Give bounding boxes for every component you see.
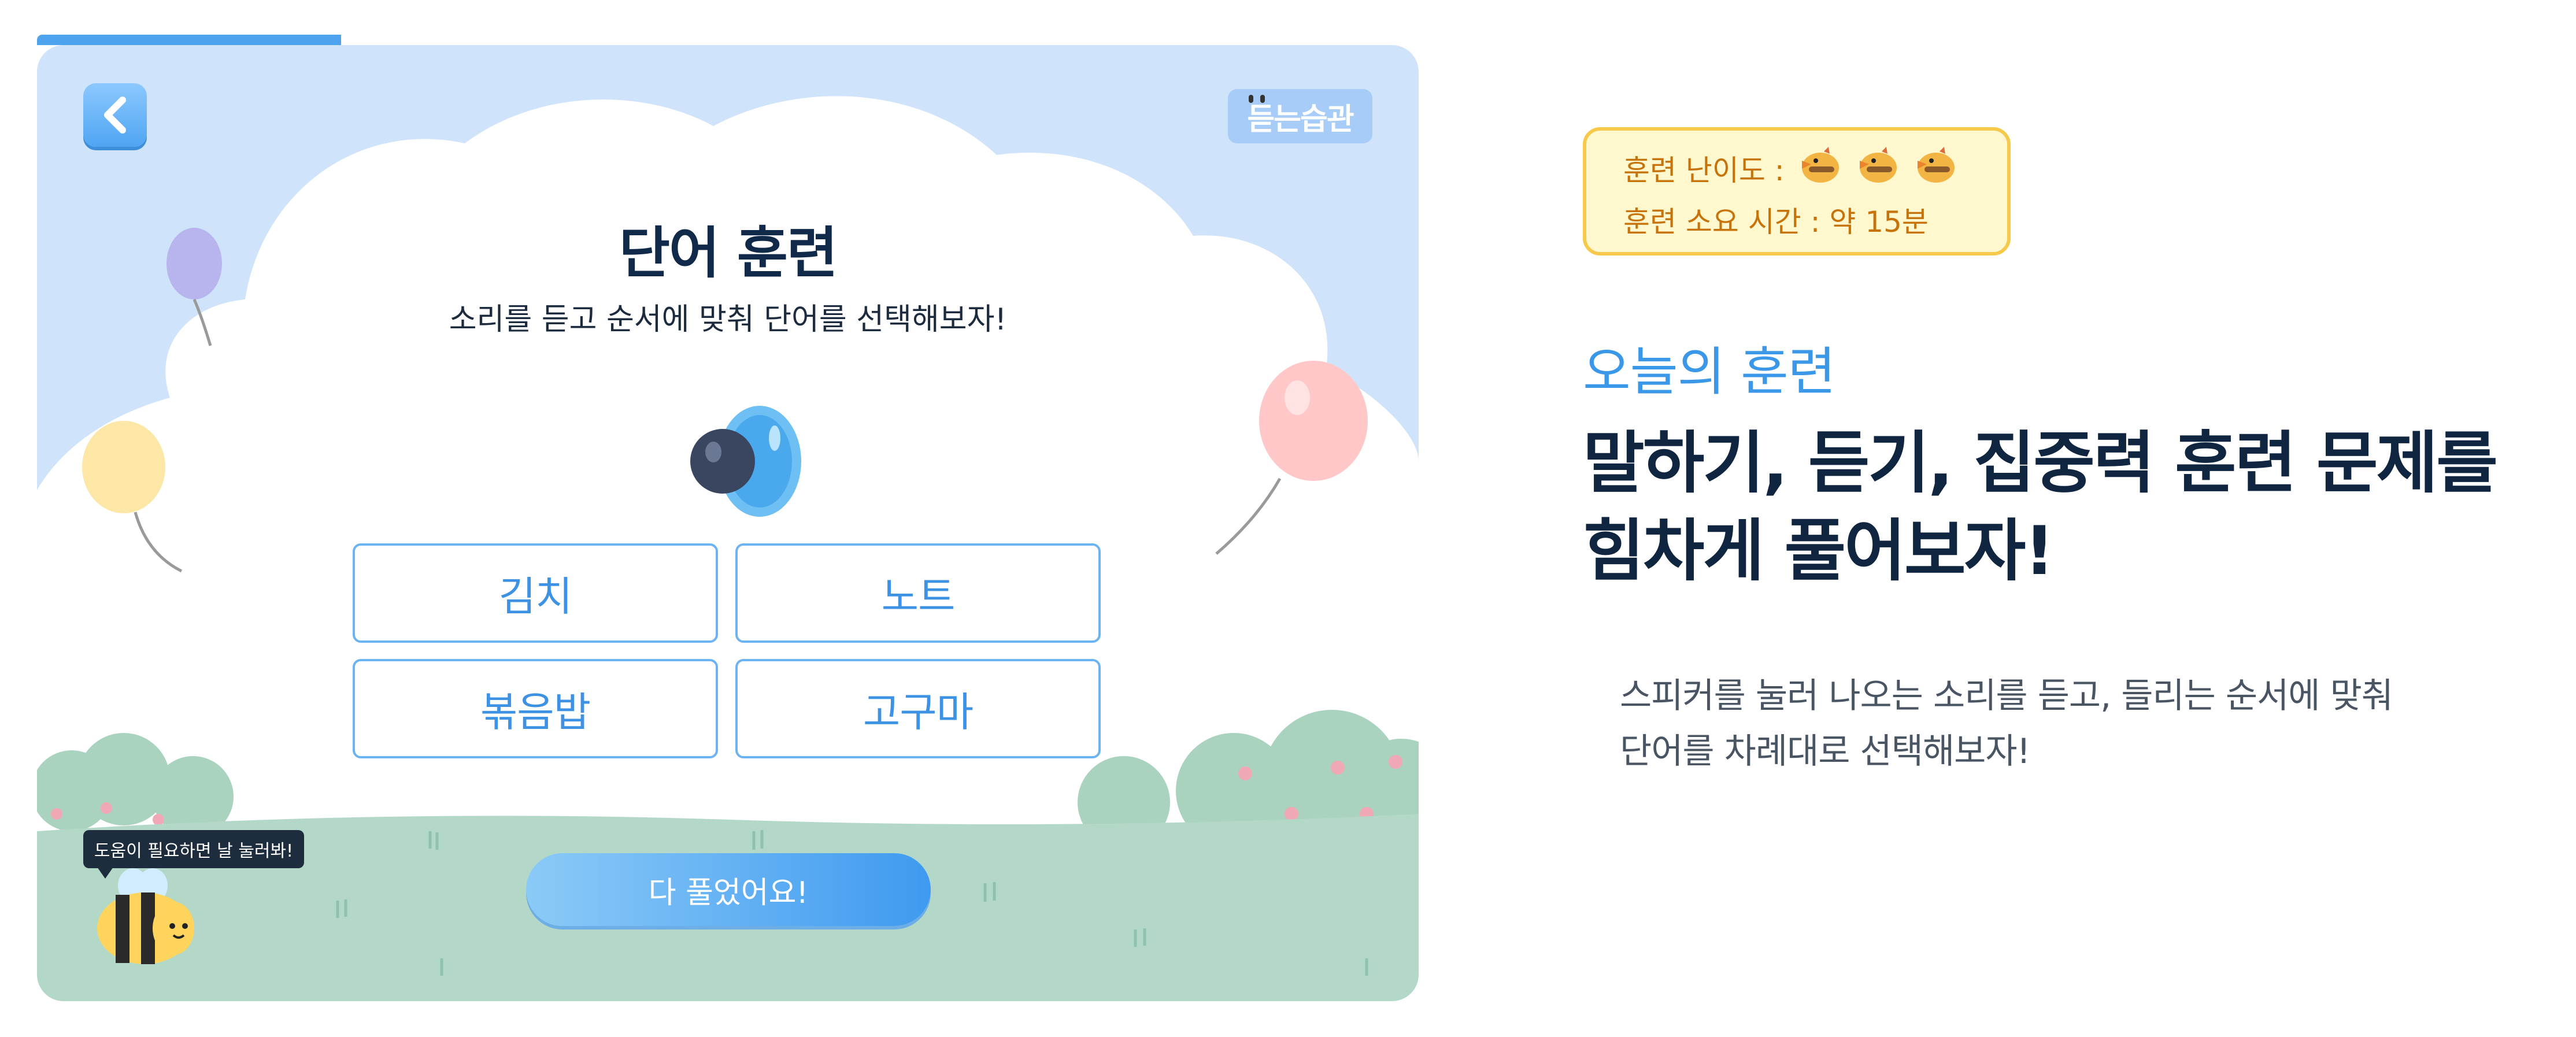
chevron-left-icon (104, 97, 126, 134)
choice-button-4[interactable]: 고구마 (735, 659, 1101, 758)
description-line-2: 단어를 차례대로 선택해보자! (1620, 731, 2031, 772)
description-line-1: 스피커를 눌러 나오는 소리를 듣고, 들리는 순서에 맞춰 (1620, 676, 2393, 716)
difficulty-label: 훈련 난이도 : (1623, 154, 1785, 187)
bee-helper-icon[interactable] (92, 866, 197, 970)
description: 스피커를 눌러 나오는 소리를 듣고, 들리는 순서에 맞춰 단어를 차례대로 … (1620, 668, 2522, 779)
instruction-text: 소리를 듣고 순서에 맞춰 단어를 선택해보자! (449, 302, 1007, 337)
training-info-box: 훈련 난이도 : 훈련 소요 시간 : 약 15분 (1583, 127, 2011, 255)
done-button[interactable]: 다 풀었어요! (526, 853, 931, 926)
progress-bar (37, 35, 1419, 45)
headline-line-2: 힘차게 풀어보자! (1583, 512, 2055, 590)
page-title: 단어 훈련 (619, 221, 838, 286)
headline: 말하기, 듣기, 집중력 훈련 문제를 힘차게 풀어보자! (1583, 420, 2531, 595)
app-logo: 듣는습관 (1228, 89, 1372, 143)
training-screen: 듣는습관 단어 훈련 소리를 듣고 순서에 맞춰 단어를 선택해보자! 김치 노… (37, 45, 1419, 1001)
speaker-icon[interactable] (673, 392, 812, 531)
choice-button-2[interactable]: 노트 (735, 543, 1101, 643)
choice-button-1[interactable]: 김치 (353, 543, 718, 643)
headline-line-1: 말하기, 듣기, 집중력 훈련 문제를 (1583, 424, 2498, 502)
difficulty-rating (1785, 143, 1958, 193)
difficulty-row: 훈련 난이도 : (1623, 143, 1958, 193)
section-label: 오늘의 훈련 (1583, 342, 1836, 402)
choice-button-3[interactable]: 볶음밥 (353, 659, 718, 758)
duration-row: 훈련 소요 시간 : 약 15분 (1623, 205, 1929, 239)
chick-icon (1859, 147, 1897, 183)
chick-icon (1801, 147, 1839, 183)
back-button[interactable] (83, 83, 147, 147)
progress-bar-fill (37, 35, 341, 45)
help-tooltip: 도움이 필요하면 날 눌러봐! (83, 830, 304, 879)
chick-icon (1917, 147, 1955, 183)
